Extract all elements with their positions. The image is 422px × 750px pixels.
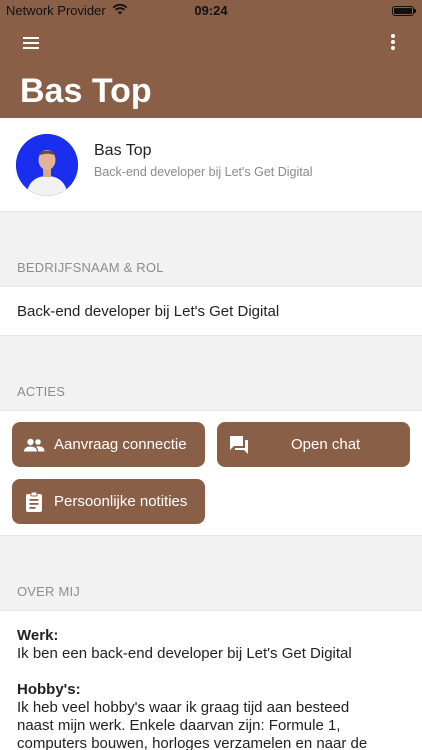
section-label-about: OVER MIJ	[17, 584, 80, 599]
profile-card[interactable]: Bas Top Back-end developer bij Let's Get…	[0, 118, 422, 212]
status-bar: Network Provider 09:24	[0, 0, 422, 22]
work-text: Ik ben een back-end developer bij Let's …	[17, 645, 352, 662]
chat-icon	[230, 436, 248, 454]
app-header: Network Provider 09:24 Bas Top	[0, 0, 422, 118]
work-heading: Werk:	[17, 627, 59, 644]
page-title: Bas Top	[20, 72, 152, 110]
open-chat-button[interactable]: Open chat	[217, 422, 410, 467]
company-role-value: Back-end developer bij Let's Get Digital	[17, 303, 280, 320]
about-panel: Werk: Ik ben een back-end developer bij …	[0, 610, 422, 750]
hamburger-menu-icon[interactable]	[20, 35, 42, 53]
actions-panel: Aanvraag connectie Open chat Persoonlijk…	[0, 410, 422, 536]
request-connection-label: Aanvraag connectie	[54, 436, 187, 453]
clipboard-icon	[26, 491, 42, 512]
personal-notes-button[interactable]: Persoonlijke notities	[12, 479, 205, 524]
personal-notes-label: Persoonlijke notities	[54, 493, 188, 510]
profile-name: Bas Top	[94, 142, 152, 159]
clock: 09:24	[194, 3, 228, 18]
open-chat-label: Open chat	[291, 436, 361, 453]
section-label-actions: ACTIES	[17, 384, 66, 399]
section-label-company: BEDRIJFSNAAM & ROL	[17, 260, 164, 275]
request-connection-button[interactable]: Aanvraag connectie	[12, 422, 205, 467]
hobby-text-line-3: computers bouwen, horloges verzamelen en…	[17, 735, 368, 750]
profile-subtitle: Back-end developer bij Let's Get Digital	[94, 165, 313, 179]
hobby-text-line-2: naast mijn werk. Enkele daarvan zijn: Fo…	[17, 717, 341, 734]
avatar	[16, 134, 78, 196]
more-vertical-icon[interactable]	[388, 34, 398, 54]
people-icon	[24, 438, 45, 452]
company-role-row: Back-end developer bij Let's Get Digital	[0, 286, 422, 336]
hobby-text-line-1: Ik heb veel hobby's waar ik graag tijd a…	[17, 699, 350, 716]
hobby-heading: Hobby's:	[17, 681, 81, 698]
battery-icon	[392, 6, 416, 16]
